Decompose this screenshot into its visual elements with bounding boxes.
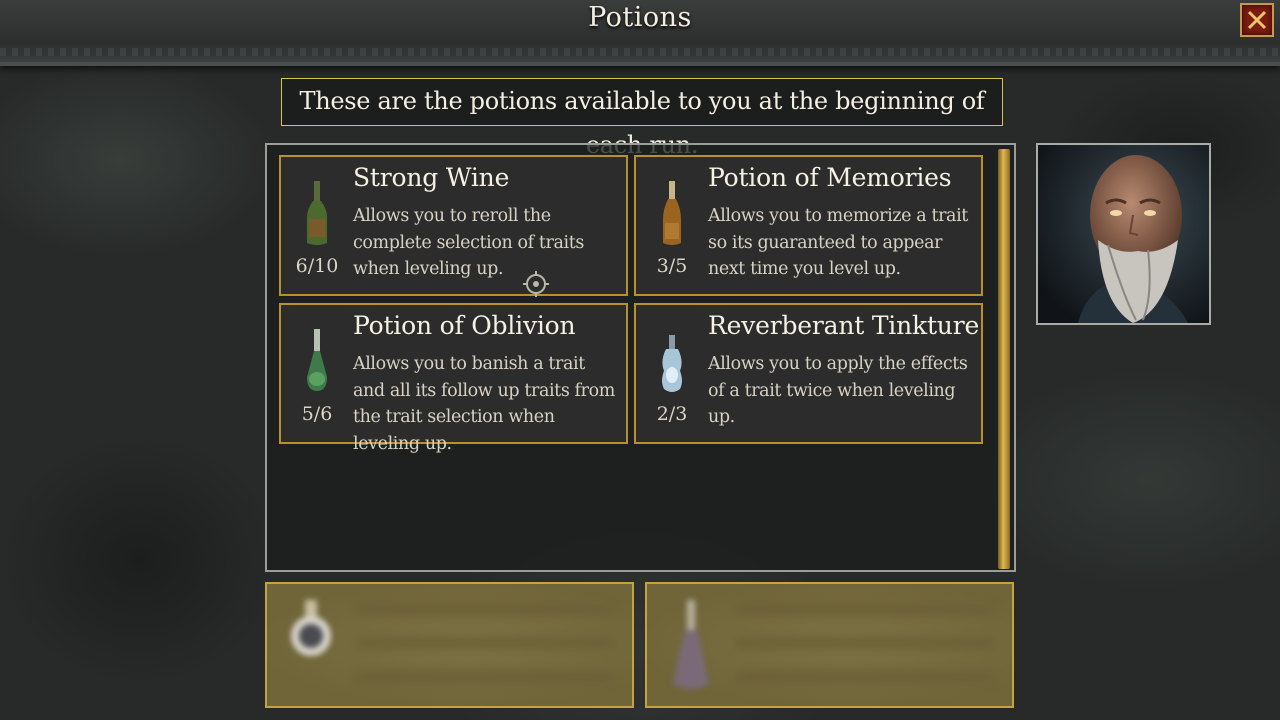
potion-list-panel: 6/10 Strong Wine Allows you to reroll th… bbox=[265, 143, 1016, 572]
window-title: Potions bbox=[588, 2, 692, 33]
potion-description: Allows you to memorize a trait so its gu… bbox=[708, 206, 968, 279]
close-icon bbox=[1247, 10, 1267, 30]
potion-description: Allows you to apply the effects of a tra… bbox=[708, 354, 968, 427]
potion-count: 3/5 bbox=[656, 255, 688, 277]
potion-card-potion-of-memories[interactable]: 3/5 Potion of Memories Allows you to mem… bbox=[634, 155, 983, 296]
potion-count: 2/3 bbox=[656, 403, 688, 425]
green-flask-icon bbox=[307, 329, 327, 391]
title-bar: Potions bbox=[0, 0, 1280, 66]
potion-name: Potion of Memories bbox=[708, 163, 952, 192]
crosshair-cursor-icon bbox=[523, 271, 549, 297]
bearded-old-man-portrait-icon bbox=[1038, 145, 1209, 323]
potion-card-potion-of-oblivion[interactable]: 5/6 Potion of Oblivion Allows you to ban… bbox=[279, 303, 628, 454]
amber-potion-bottle-icon bbox=[663, 181, 681, 245]
potion-count: 5/6 bbox=[301, 403, 333, 425]
tall-vial-icon bbox=[673, 600, 709, 689]
info-banner: These are the potions available to you a… bbox=[281, 78, 1003, 159]
green-wine-bottle-icon bbox=[307, 181, 327, 245]
blurred-hint-card-right bbox=[645, 582, 1014, 708]
potion-description: Allows you to banish a trait and all its… bbox=[353, 354, 615, 454]
potion-name: Reverberant Tinkture bbox=[708, 311, 980, 340]
blurred-hint-card-left bbox=[265, 582, 634, 708]
scrollbar[interactable] bbox=[998, 149, 1010, 569]
alchemist-portrait bbox=[1036, 143, 1211, 325]
potion-card-reverberant-tinkture[interactable]: 2/3 Reverberant Tinkture Allows you to a… bbox=[634, 303, 983, 444]
potion-name: Potion of Oblivion bbox=[353, 311, 576, 340]
blurred-text bbox=[735, 602, 995, 704]
pale-blue-flask-icon bbox=[662, 335, 682, 392]
blurred-text bbox=[355, 602, 615, 704]
close-button[interactable] bbox=[1240, 3, 1274, 37]
round-potion-icon bbox=[291, 600, 331, 656]
potion-description: Allows you to reroll the complete select… bbox=[353, 206, 584, 279]
potion-card-strong-wine[interactable]: 6/10 Strong Wine Allows you to reroll th… bbox=[279, 155, 628, 296]
potion-count: 6/10 bbox=[295, 255, 339, 277]
potion-name: Strong Wine bbox=[353, 163, 510, 192]
